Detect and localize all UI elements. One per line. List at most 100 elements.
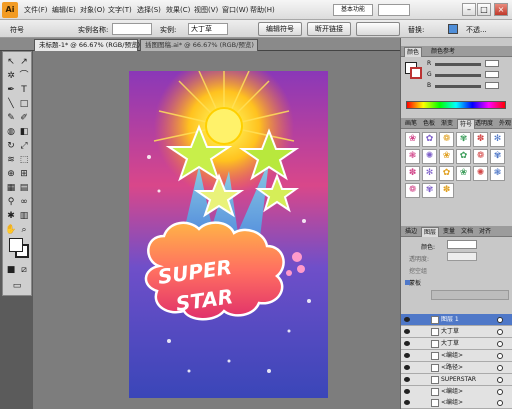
channel-b-slider[interactable]: [435, 85, 481, 88]
layer-target-icon[interactable]: [497, 353, 503, 359]
tab-document[interactable]: 文档: [459, 227, 475, 237]
symbol-swatch[interactable]: ❀: [439, 149, 454, 164]
tab-swatches[interactable]: 色板: [421, 119, 437, 129]
channel-r-field[interactable]: [485, 60, 499, 67]
rectangle-tool-icon[interactable]: □: [18, 98, 30, 110]
pencil-tool-icon[interactable]: ✐: [18, 112, 30, 124]
layer-target-icon[interactable]: [497, 400, 503, 406]
symbol-swatch[interactable]: ✽: [473, 132, 488, 147]
opacity-field[interactable]: [447, 252, 477, 261]
tab-appearance[interactable]: 外观: [497, 119, 512, 129]
mesh-tool-icon[interactable]: ▦: [5, 182, 17, 194]
menu-select[interactable]: 选择(S): [137, 5, 161, 15]
workspace-switcher[interactable]: 基本功能: [333, 4, 373, 16]
tab-document-2[interactable]: 插图图稿.ai* @ 66.67% (RGB/预览): [140, 39, 258, 51]
none-mode-icon[interactable]: ⧄: [18, 264, 30, 276]
symbol-swatch[interactable]: ❀: [405, 132, 420, 147]
zoom-tool-icon[interactable]: ⌕: [18, 224, 30, 236]
symbol-swatch[interactable]: ✿: [439, 166, 454, 181]
channel-b-field[interactable]: [485, 82, 499, 89]
direct-selection-tool-icon[interactable]: ↗: [18, 56, 30, 68]
lasso-tool-icon[interactable]: ⌒: [18, 70, 30, 82]
layer-row[interactable]: 大丁草: [401, 338, 512, 350]
minimize-button[interactable]: –: [462, 3, 476, 16]
symbol-swatch[interactable]: ✾: [456, 132, 471, 147]
layer-row[interactable]: SUPERSTAR: [401, 374, 512, 386]
symbol-swatch[interactable]: ✽: [439, 183, 454, 198]
symbol-swatch[interactable]: ✽: [405, 166, 420, 181]
symbol-name-field[interactable]: 大丁草: [188, 23, 228, 35]
artboard[interactable]: SUPER STAR: [129, 71, 328, 398]
blend-tool-icon[interactable]: ∞: [18, 196, 30, 208]
menu-help[interactable]: 帮助(H): [250, 5, 275, 15]
symbol-sprayer-tool-icon[interactable]: ✱: [5, 210, 17, 222]
layer-target-icon[interactable]: [497, 377, 503, 383]
eraser-tool-icon[interactable]: ◧: [18, 126, 30, 138]
hand-tool-icon[interactable]: ✋: [5, 224, 17, 236]
color-spectrum[interactable]: [406, 101, 506, 109]
tab-layers[interactable]: 图层: [421, 227, 440, 237]
symbol-swatch[interactable]: ✺: [422, 149, 437, 164]
reset-button[interactable]: [356, 22, 400, 36]
tab-brushes[interactable]: 画笔: [403, 119, 419, 129]
type-tool-icon[interactable]: T: [18, 84, 30, 96]
symbol-swatch[interactable]: ❁: [439, 132, 454, 147]
warp-tool-icon[interactable]: ≋: [5, 154, 17, 166]
symbol-swatch[interactable]: ❃: [405, 149, 420, 164]
layer-row[interactable]: 大丁草: [401, 326, 512, 338]
tab-document-1[interactable]: 未标题-1* @ 66.67% (RGB/预览): [34, 39, 140, 51]
symbol-swatch[interactable]: ✿: [422, 132, 437, 147]
symbol-swatch[interactable]: ✺: [473, 166, 488, 181]
visibility-eye-icon[interactable]: [404, 317, 410, 322]
blob-brush-tool-icon[interactable]: ◍: [5, 126, 17, 138]
menu-file[interactable]: 文件(F): [24, 5, 48, 15]
visibility-eye-icon[interactable]: [404, 341, 410, 346]
layer-row[interactable]: <编组>: [401, 350, 512, 362]
layer-target-icon[interactable]: [497, 341, 503, 347]
channel-r-slider[interactable]: [435, 63, 481, 66]
eyedropper-tool-icon[interactable]: ⚲: [5, 196, 17, 208]
pen-tool-icon[interactable]: ✒: [5, 84, 17, 96]
symbol-swatch[interactable]: ✾: [422, 183, 437, 198]
visibility-eye-icon[interactable]: [404, 377, 410, 382]
layer-target-icon[interactable]: [497, 389, 503, 395]
magic-wand-tool-icon[interactable]: ✲: [5, 70, 17, 82]
symbol-swatch[interactable]: ❀: [456, 166, 471, 181]
close-button[interactable]: ×: [494, 3, 508, 16]
shape-builder-tool-icon[interactable]: ⊕: [5, 168, 17, 180]
paintbrush-tool-icon[interactable]: ✎: [5, 112, 17, 124]
screen-mode-icon[interactable]: ▭: [11, 280, 23, 292]
tab-color-guide[interactable]: 颜色参考: [429, 47, 457, 57]
symbol-swatch[interactable]: ❁: [405, 183, 420, 198]
instance-name-field[interactable]: [112, 23, 152, 35]
visibility-eye-icon[interactable]: [404, 353, 410, 358]
menu-object[interactable]: 对象(O): [80, 5, 105, 15]
color-panel-stroke-swatch[interactable]: [410, 67, 422, 79]
layer-row[interactable]: 图层 1: [401, 314, 512, 326]
channel-g-slider[interactable]: [435, 74, 481, 77]
tab-color[interactable]: 颜色: [404, 47, 423, 57]
break-link-button[interactable]: 断开链接: [307, 22, 351, 36]
perspective-grid-tool-icon[interactable]: ⊞: [18, 168, 30, 180]
rotate-tool-icon[interactable]: ↻: [5, 140, 17, 152]
symbol-swatch[interactable]: ✻: [490, 132, 505, 147]
layer-target-icon[interactable]: [497, 365, 503, 371]
visibility-eye-icon[interactable]: [404, 400, 410, 405]
maximize-button[interactable]: □: [477, 3, 491, 16]
tab-transparency[interactable]: 透明度: [473, 119, 495, 129]
tab-gradient[interactable]: 渐变: [439, 119, 455, 129]
symbol-swatch[interactable]: ✾: [490, 149, 505, 164]
visibility-eye-icon[interactable]: [404, 329, 410, 334]
graph-tool-icon[interactable]: ▥: [18, 210, 30, 222]
search-input[interactable]: [378, 4, 410, 16]
tab-align[interactable]: 对齐: [477, 227, 493, 237]
color-mode-icon[interactable]: ■: [5, 264, 17, 276]
symbol-swatch[interactable]: ✻: [422, 166, 437, 181]
layer-target-icon[interactable]: [497, 317, 503, 323]
menu-edit[interactable]: 编辑(E): [52, 5, 76, 15]
free-transform-tool-icon[interactable]: ⬚: [18, 154, 30, 166]
symbol-swatch[interactable]: ❃: [490, 166, 505, 181]
layer-row[interactable]: <路径>: [401, 362, 512, 374]
menu-window[interactable]: 窗口(W): [222, 5, 248, 15]
symbol-swatch[interactable]: ❁: [473, 149, 488, 164]
